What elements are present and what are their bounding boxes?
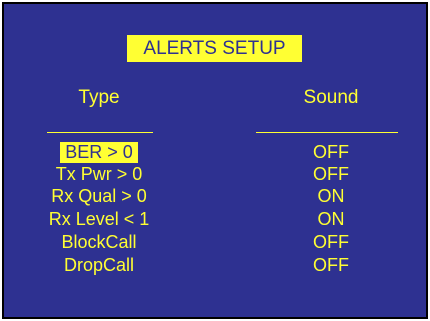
column-header-type: Type bbox=[78, 87, 120, 108]
alert-sound-dropcall[interactable]: OFF bbox=[266, 255, 396, 275]
column-header-sound: Sound bbox=[303, 87, 359, 108]
alert-type-label: Rx Qual > 0 bbox=[51, 186, 147, 206]
alert-type-dropcall[interactable]: DropCall bbox=[34, 255, 164, 275]
alert-type-blockcall[interactable]: BlockCall bbox=[34, 232, 164, 252]
alert-sound-tx-pwr[interactable]: OFF bbox=[266, 164, 396, 184]
alert-type-tx-pwr[interactable]: Tx Pwr > 0 bbox=[34, 164, 164, 184]
alert-sound-ber[interactable]: OFF bbox=[266, 142, 396, 162]
alert-type-label: DropCall bbox=[63, 255, 135, 275]
type-column-divider bbox=[47, 132, 153, 133]
alert-sound-blockcall[interactable]: OFF bbox=[266, 232, 396, 252]
alerts-setup-screen: ALERTS SETUP Type Sound BER > 0 OFF Tx P… bbox=[2, 2, 428, 319]
alert-type-rx-qual[interactable]: Rx Qual > 0 bbox=[34, 186, 164, 206]
alert-sound-rx-qual[interactable]: ON bbox=[266, 186, 396, 206]
alert-sound-rx-level[interactable]: ON bbox=[266, 209, 396, 229]
alert-type-label: BER > 0 bbox=[60, 142, 138, 163]
alert-type-label: Rx Level < 1 bbox=[48, 209, 150, 229]
alert-type-label: Tx Pwr > 0 bbox=[55, 164, 143, 184]
sound-column-divider bbox=[256, 132, 398, 133]
alert-type-rx-level[interactable]: Rx Level < 1 bbox=[34, 209, 164, 229]
screen-title: ALERTS SETUP bbox=[127, 35, 302, 62]
alert-type-ber[interactable]: BER > 0 bbox=[34, 142, 164, 163]
alert-type-label: BlockCall bbox=[61, 232, 137, 252]
